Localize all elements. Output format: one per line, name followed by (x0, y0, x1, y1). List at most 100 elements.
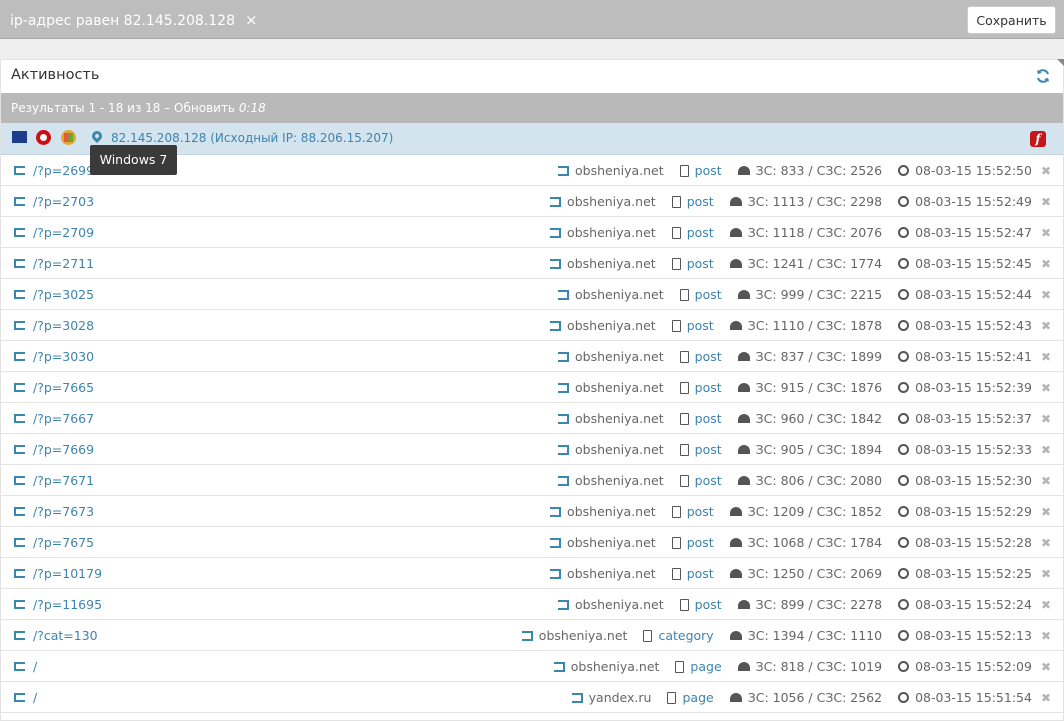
page-path-link[interactable]: /?p=2703 (33, 194, 94, 209)
windows-os-icon[interactable] (61, 130, 76, 145)
page-path-link[interactable]: /?p=7673 (33, 504, 94, 519)
sign-in-icon (558, 413, 569, 424)
visit-time: 08-03-15 15:52:13 (898, 628, 1032, 643)
content-type-link[interactable]: page (690, 659, 721, 674)
content-type-link[interactable]: post (695, 411, 722, 426)
page-path-link[interactable]: /?p=2699 (33, 163, 94, 178)
table-row: /?p=11695 obsheniya.net post ЗС: 899 / СЗС:… (1, 589, 1063, 620)
content-type-link[interactable]: post (695, 349, 722, 364)
content-type: post (671, 318, 714, 333)
content-type-link[interactable]: post (695, 473, 722, 488)
sign-in-icon (550, 227, 562, 238)
refresh-icon[interactable] (1035, 68, 1051, 84)
content-type-link[interactable]: post (695, 380, 722, 395)
map-pin-icon (89, 128, 105, 144)
file-icon (679, 412, 689, 425)
table-row: /?p=7665 obsheniya.net post ЗС: 915 / СЗС: … (1, 372, 1063, 403)
delete-row-icon[interactable]: ✖ (1041, 660, 1051, 674)
referrer: obsheniya.net (550, 535, 656, 550)
content-type: post (671, 225, 714, 240)
page-path-link[interactable]: /?cat=130 (33, 628, 98, 643)
visit-time: 08-03-15 15:52:30 (898, 473, 1032, 488)
delete-row-icon[interactable]: ✖ (1041, 629, 1051, 643)
page-path-link[interactable]: /?p=7669 (33, 442, 94, 457)
content-type-link[interactable]: page (682, 690, 713, 705)
referrer: obsheniya.net (558, 349, 664, 364)
save-button[interactable]: Сохранить (967, 6, 1056, 34)
delete-row-icon[interactable]: ✖ (1041, 257, 1051, 271)
file-icon (679, 474, 689, 487)
content-type-link[interactable]: post (687, 504, 714, 519)
page-path-link[interactable]: /?p=10179 (33, 566, 102, 581)
file-icon (643, 629, 653, 642)
page-path-link[interactable]: /?p=2711 (33, 256, 94, 271)
page-path-link[interactable]: /?p=3028 (33, 318, 94, 333)
content-type-link[interactable]: category (658, 628, 713, 643)
entry-icon (14, 507, 25, 516)
sign-in-icon (550, 196, 562, 207)
page-path-link[interactable]: / (33, 690, 37, 705)
dashboard-icon (737, 352, 750, 361)
file-icon (671, 567, 681, 580)
content-type-link[interactable]: post (695, 597, 722, 612)
dashboard-icon (729, 228, 742, 237)
delete-row-icon[interactable]: ✖ (1041, 412, 1051, 426)
page-path-link[interactable]: / (33, 659, 37, 674)
session-ip-link[interactable]: 82.145.208.128 (Исходный IP: 88.206.15.2… (111, 131, 393, 145)
clock-icon (898, 630, 910, 641)
delete-row-icon[interactable]: ✖ (1041, 443, 1051, 457)
content-type-link[interactable]: post (695, 442, 722, 457)
page-path-link[interactable]: /?p=3025 (33, 287, 94, 302)
delete-row-icon[interactable]: ✖ (1041, 288, 1051, 302)
visit-time: 08-03-15 15:52:41 (898, 349, 1032, 364)
metrics-text: ЗС: 915 / СЗС: 1876 (755, 380, 883, 395)
content-type-link[interactable]: post (687, 535, 714, 550)
content-type-link[interactable]: post (695, 163, 722, 178)
table-row: /?p=7671 obsheniya.net post ЗС: 806 / СЗС: … (1, 465, 1063, 496)
delete-row-icon[interactable]: ✖ (1041, 691, 1051, 705)
delete-row-icon[interactable]: ✖ (1041, 195, 1051, 209)
content-type: post (671, 256, 714, 271)
delete-row-icon[interactable]: ✖ (1041, 350, 1051, 364)
delete-row-icon[interactable]: ✖ (1041, 536, 1051, 550)
content-type-link[interactable]: post (687, 566, 714, 581)
page-path-link[interactable]: /?p=7667 (33, 411, 94, 426)
sign-in-icon (550, 537, 562, 548)
page-path-link[interactable]: /?p=3030 (33, 349, 94, 364)
delete-row-icon[interactable]: ✖ (1041, 226, 1051, 240)
page-path-link[interactable]: /?p=7671 (33, 473, 94, 488)
remove-filter-icon[interactable]: × (245, 11, 258, 29)
content-type-link[interactable]: post (695, 287, 722, 302)
referrer: obsheniya.net (558, 163, 664, 178)
delete-row-icon[interactable]: ✖ (1041, 164, 1051, 178)
delete-row-icon[interactable]: ✖ (1041, 381, 1051, 395)
metrics-text: ЗС: 1118 / СЗС: 2076 (747, 225, 883, 240)
delete-row-icon[interactable]: ✖ (1041, 567, 1051, 581)
entry-icon (14, 600, 25, 609)
results-bar: Результаты 1 - 18 из 18 – Обновить 0:18 (1, 93, 1063, 123)
delete-row-icon[interactable]: ✖ (1041, 505, 1051, 519)
delete-row-icon[interactable]: ✖ (1041, 598, 1051, 612)
load-metrics: ЗС: 1068 / СЗС: 1784 (729, 535, 882, 550)
delete-row-icon[interactable]: ✖ (1041, 474, 1051, 488)
row-details: yandex.ru page ЗС: 1056 / СЗС: 2562 08-03-1… (556, 690, 1063, 705)
content-type-link[interactable]: post (687, 256, 714, 271)
content-type-link[interactable]: post (687, 225, 714, 240)
visit-time: 08-03-15 15:52:37 (898, 411, 1032, 426)
file-icon (671, 319, 681, 332)
dashboard-icon (729, 321, 742, 330)
content-type-link[interactable]: post (687, 318, 714, 333)
referrer: obsheniya.net (550, 225, 656, 240)
table-row: /?p=3028 obsheniya.net post ЗС: 1110 / СЗС:… (1, 310, 1063, 341)
page-path-link[interactable]: /?p=7665 (33, 380, 94, 395)
file-icon (679, 288, 689, 301)
metrics-text: ЗС: 1110 / СЗС: 1878 (747, 318, 883, 333)
delete-row-icon[interactable]: ✖ (1041, 319, 1051, 333)
content-type-link[interactable]: post (687, 194, 714, 209)
entry-icon (14, 259, 25, 268)
page-path-link[interactable]: /?p=2709 (33, 225, 94, 240)
time-text: 08-03-15 15:52:44 (915, 287, 1032, 302)
page-path-link[interactable]: /?p=11695 (33, 597, 102, 612)
page-path-link[interactable]: /?p=7675 (33, 535, 94, 550)
load-metrics: ЗС: 1209 / СЗС: 1852 (729, 504, 882, 519)
